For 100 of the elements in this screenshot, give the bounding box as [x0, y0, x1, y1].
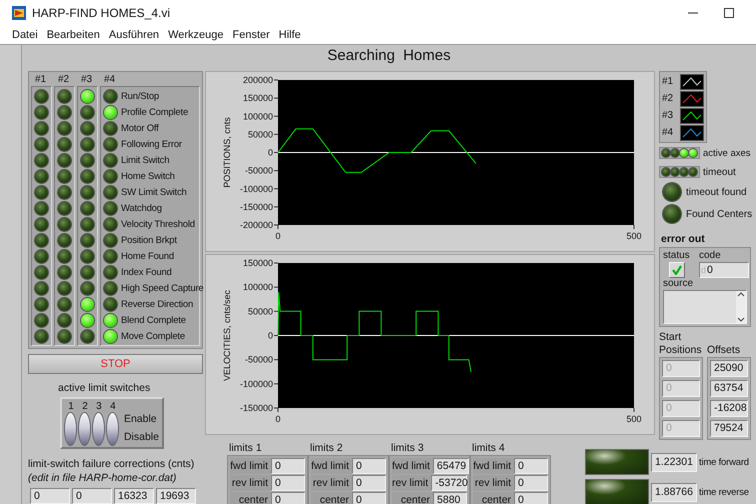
numeric-field[interactable]: 0	[271, 475, 305, 491]
axis-tick: 150000	[242, 258, 278, 268]
numeric-field[interactable]: 65479	[432, 458, 469, 474]
cluster-title: limits 3	[390, 441, 425, 455]
numeric-field[interactable]: 0	[352, 458, 386, 474]
led-label: active axes	[703, 148, 751, 158]
numeric-field[interactable]: 0	[352, 492, 386, 504]
y-tick-label: 50000	[248, 129, 273, 140]
numeric-field[interactable]: 19693	[156, 488, 196, 504]
menu-item[interactable]: Werkzeuge	[168, 29, 224, 41]
led-label: Profile Complete	[121, 106, 188, 118]
led-label: Position Brkpt	[121, 234, 177, 246]
cluster-title: limits 2	[309, 441, 344, 455]
led-label: Index Found	[121, 266, 172, 278]
numeric-field[interactable]: 63754	[710, 380, 748, 397]
axis-tick: -200000	[240, 220, 278, 230]
legend-label: #2	[662, 93, 674, 104]
field-label: fwd limit	[311, 458, 352, 474]
menu-item[interactable]: Fenster	[232, 29, 270, 41]
numeric-field[interactable]: 0	[271, 492, 305, 504]
legend-label: #1	[662, 76, 674, 87]
numeric-field[interactable]: 0	[30, 488, 70, 504]
numeric-field[interactable]: 5880	[433, 492, 467, 504]
axis-tick: 100000	[242, 282, 278, 292]
numeric-field[interactable]: -16208	[710, 400, 748, 417]
field-label: center	[230, 492, 272, 504]
axis-tick: 500	[626, 224, 642, 241]
axis-tick: 0	[276, 408, 280, 424]
y-tick-label: 100000	[242, 111, 273, 122]
numeric-field[interactable]: 0	[72, 488, 112, 504]
field-label: fwd limit	[392, 458, 433, 474]
led-label: Home Found	[121, 250, 174, 262]
scroll-down-icon[interactable]	[737, 317, 745, 323]
led-label: Run/Stop	[121, 90, 160, 102]
column-header: #2	[57, 74, 70, 86]
legend-label: #3	[662, 110, 674, 121]
numeric-field[interactable]: 0	[514, 492, 548, 504]
numeric-field[interactable]: 79524	[710, 420, 748, 437]
legend-swatch	[680, 108, 704, 124]
maximize-icon[interactable]	[724, 8, 734, 18]
y-tick-label: 0	[268, 330, 273, 340]
numeric-field[interactable]: 0	[271, 458, 305, 474]
legend-swatch	[680, 90, 704, 106]
toggle-switch[interactable]	[93, 413, 104, 445]
y-tick-label: 200000	[242, 75, 273, 85]
y-tick-label: -50000	[244, 166, 273, 176]
numeric-field[interactable]: 0	[352, 475, 386, 491]
led-label: Reverse Direction	[121, 298, 194, 310]
led-label: Blend Complete	[121, 314, 186, 326]
field-label: rev limit	[473, 475, 514, 491]
led-label: timeout found	[686, 186, 747, 198]
corrections-label: limit-switch failure corrections (cnts)	[28, 458, 196, 470]
menu-item[interactable]: Hilfe	[278, 29, 301, 41]
numeric-field[interactable]: 0	[514, 458, 548, 474]
axis-tick: -150000	[240, 202, 278, 212]
switch-number: 1	[68, 401, 74, 413]
switch-number: 2	[82, 401, 88, 413]
time-label: time reverse	[699, 486, 749, 498]
field-label: rev limit	[230, 475, 272, 491]
toggle-switch[interactable]	[107, 413, 118, 445]
legend-swatch	[680, 74, 704, 90]
y-tick-label: 150000	[242, 93, 273, 104]
axis-tick: 150000	[242, 93, 278, 104]
axis-tick: -150000	[240, 403, 278, 413]
y-tick-label: 50000	[248, 306, 273, 316]
y-tick-label: 100000	[242, 282, 273, 292]
x-tick-label: 500	[626, 231, 642, 241]
switch-group-label: active limit switches	[58, 382, 152, 394]
y-tick-label: -50000	[244, 354, 273, 365]
axis-tick: -50000	[244, 354, 278, 365]
menu-item[interactable]: Ausführen	[108, 29, 160, 41]
axis-tick: -50000	[244, 166, 278, 176]
time-label: time forward	[699, 456, 749, 468]
panel-title: Searching Homes	[326, 46, 452, 66]
toggle-switch[interactable]	[65, 413, 76, 445]
toggle-switch[interactable]	[79, 413, 90, 445]
switch-number: 4	[110, 401, 116, 413]
numeric-field[interactable]: -53720	[431, 475, 468, 491]
numeric-field: 1.88766	[651, 482, 697, 502]
numeric-field[interactable]: 0	[514, 475, 548, 491]
led-label: Home Switch	[121, 170, 175, 182]
menu-item[interactable]: Datei	[12, 29, 38, 41]
axis-tick: 0	[268, 148, 278, 158]
field-label: rev limit	[311, 475, 352, 491]
switch-number: 3	[96, 401, 102, 413]
axis-tick: -100000	[240, 378, 278, 389]
legend-swatch	[680, 124, 704, 140]
code-label: code	[699, 250, 722, 261]
led-label: Move Complete	[121, 330, 185, 342]
source-field[interactable]	[663, 290, 747, 324]
column-header: #4	[103, 74, 116, 86]
menu-item[interactable]: Bearbeiten	[46, 29, 100, 41]
led-label: Following Error	[121, 138, 182, 150]
numeric-field: 1.22301	[651, 452, 697, 472]
numeric-field[interactable]: 25090	[710, 360, 748, 377]
axis-tick: 100000	[242, 111, 278, 122]
check-icon	[672, 265, 682, 275]
numeric-field[interactable]: 16323	[114, 488, 154, 504]
axis-tick: 200000	[242, 75, 278, 85]
scroll-up-icon[interactable]	[737, 291, 745, 297]
